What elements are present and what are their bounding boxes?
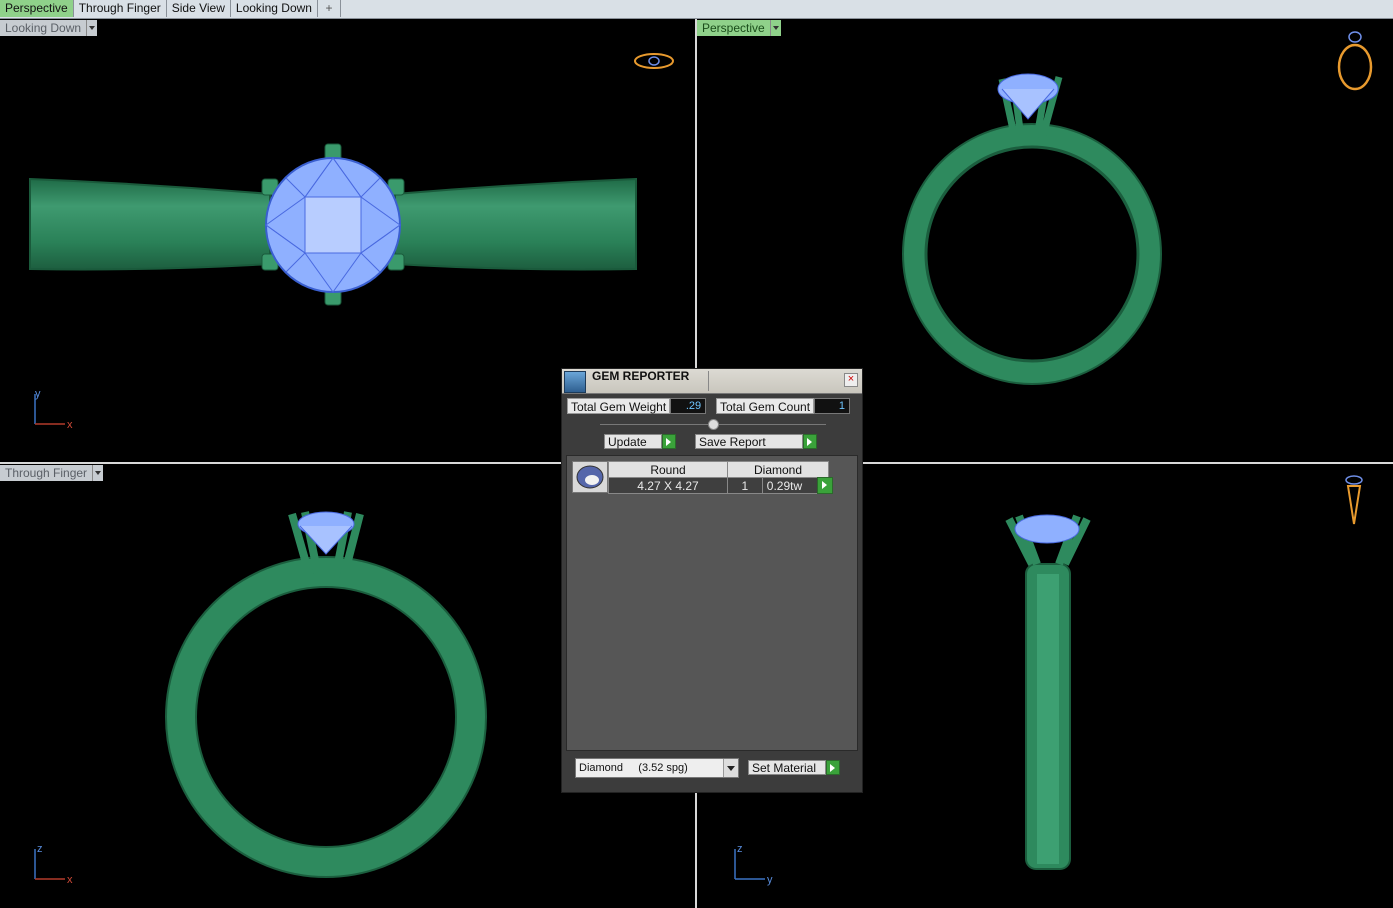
axis-triad-icon: y x [34,388,73,431]
gem-reporter-titlebar[interactable]: GEM REPORTER × [562,369,862,394]
total-gem-weight-row: Total Gem Weight .29 [567,398,707,414]
gem-reporter-logo-icon [564,371,586,393]
tab-through-finger[interactable]: Through Finger [74,0,167,17]
axis-label-vertical: y [35,388,41,400]
material-select-value: Diamond (3.52 spg) [579,762,688,774]
chevron-down-icon[interactable] [723,759,738,777]
ring-orientation-gizmo-icon [1345,475,1363,525]
update-button[interactable]: Update [604,434,676,449]
gem-reporter-title: GEM REPORTER [592,369,690,383]
total-gem-count-row: Total Gem Count 1 [716,398,851,414]
view-tab-bar: Perspective Through Finger Side View Loo… [0,0,1393,19]
table-row: Round Diamond [608,461,829,478]
gem-list: Round Diamond 4.27 X 4.27 1 0.29tw [566,455,858,751]
set-material-go-arrow-icon[interactable] [826,760,840,775]
axis-label-vertical: z [737,843,743,855]
add-tab-plus-icon[interactable]: + [318,0,341,17]
axis-triad-icon: z x [34,843,73,886]
axis-label-horizontal: x [67,419,73,431]
gem-thumbnail-graphic [576,465,604,489]
tab-perspective[interactable]: Perspective [0,0,74,17]
axis-label-vertical: z [37,843,43,855]
close-icon[interactable]: × [844,373,858,387]
save-report-go-arrow-icon[interactable] [803,434,817,449]
gem-size-cell: 4.27 X 4.27 [608,477,728,494]
set-material-button[interactable]: Set Material [748,760,840,775]
gem-material-cell: Diamond [727,461,829,478]
panel-splitter-handle[interactable] [708,419,719,430]
title-separator [708,371,709,391]
gem-count-cell: 1 [727,477,763,494]
gem-table: Round Diamond 4.27 X 4.27 1 0.29tw [608,461,830,494]
total-gem-count-label: Total Gem Count [716,398,815,414]
total-gem-weight-label: Total Gem Weight [567,398,671,414]
total-gem-weight-value: .29 [670,398,707,414]
axis-label-horizontal: x [67,874,73,886]
gem-reporter-panel: GEM REPORTER × Total Gem Weight .29 Tota… [561,368,863,793]
gem-shape-cell: Round [608,461,728,478]
axis-triad-icon: z y [734,843,773,886]
tab-looking-down[interactable]: Looking Down [231,0,318,17]
update-button-label: Update [604,434,662,449]
tab-side-view[interactable]: Side View [167,0,231,17]
gem-row-go-arrow-icon[interactable] [817,477,833,494]
axis-label-horizontal: y [767,874,773,886]
set-material-button-label: Set Material [748,760,826,775]
material-select[interactable]: Diamond (3.52 spg) [575,758,739,778]
ring-orientation-gizmo-icon [634,53,674,69]
table-row: 4.27 X 4.27 1 0.29tw [608,477,830,494]
round-gem-thumbnail-icon[interactable] [572,461,608,493]
update-go-arrow-icon[interactable] [662,434,676,449]
total-gem-count-value: 1 [814,398,851,414]
save-report-button[interactable]: Save Report [695,434,817,449]
save-report-button-label: Save Report [695,434,803,449]
ring-orientation-gizmo-icon [1337,31,1373,91]
